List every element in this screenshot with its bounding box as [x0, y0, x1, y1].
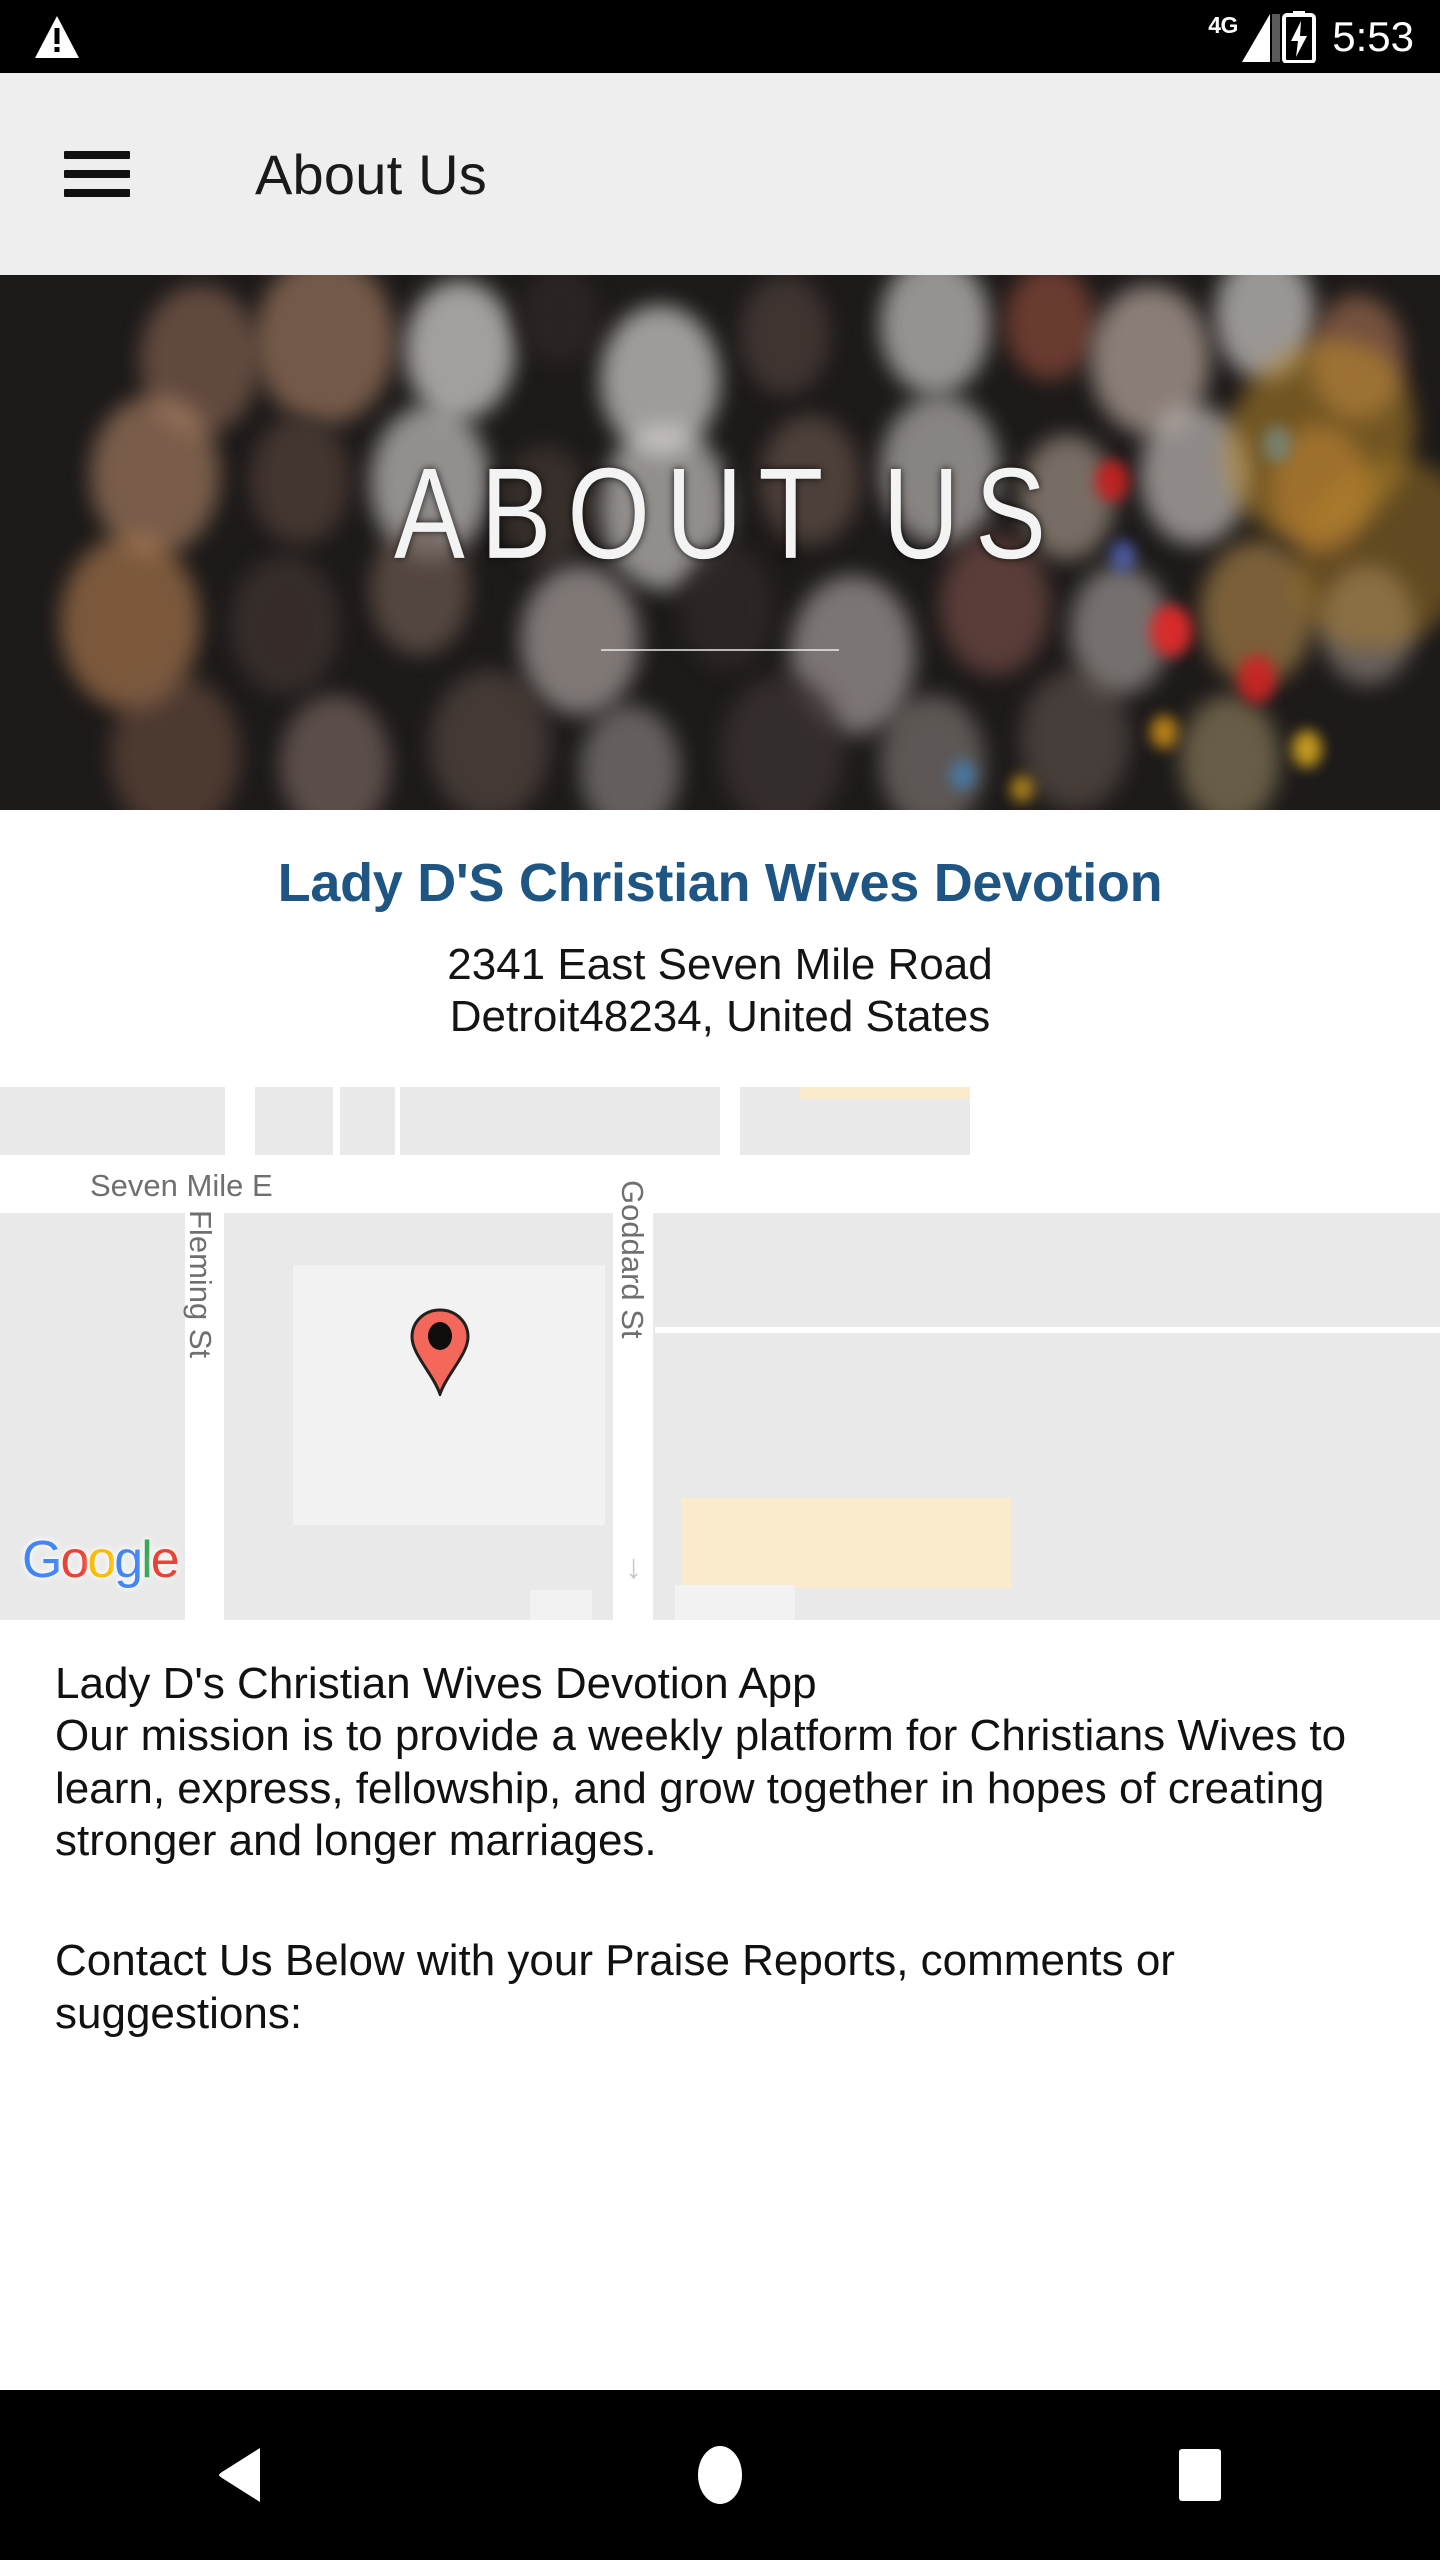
about-content: Lady D's Christian Wives Devotion App Ou… — [0, 1620, 1440, 2040]
map-block — [0, 1087, 225, 1155]
map-street-label-fleming: Fleming St — [183, 1210, 218, 1359]
recents-square-icon[interactable] — [1120, 2415, 1280, 2535]
map-street-label-seven-mile: Seven Mile E — [90, 1168, 273, 1203]
status-bar-clock: 5:53 — [1332, 12, 1414, 60]
hero-divider — [601, 648, 839, 651]
map-block-commercial — [800, 1087, 970, 1099]
google-logo-letter: e — [150, 1531, 180, 1589]
map-pin-icon[interactable] — [409, 1308, 471, 1399]
google-logo-letter: o — [60, 1531, 89, 1589]
location-map[interactable]: Seven Mile E Fleming St Goddard St ↓ Goo… — [0, 1080, 1440, 1620]
home-circle-icon[interactable] — [640, 2415, 800, 2535]
hamburger-bar — [64, 151, 130, 159]
google-logo-letter: l — [141, 1531, 152, 1589]
hero-banner: ABOUT US — [0, 275, 1440, 810]
warning-triangle-icon — [34, 15, 80, 59]
android-navigation-bar — [0, 2390, 1440, 2560]
app-bar: About Us — [0, 73, 1440, 275]
address-line-2: Detroit48234, United States — [449, 992, 991, 1042]
status-bar-indicators: 4G 5:53 — [1208, 10, 1414, 64]
map-block — [400, 1087, 720, 1155]
google-logo: Google — [22, 1531, 180, 1589]
map-block — [255, 1087, 333, 1155]
map-block — [675, 1585, 795, 1620]
map-block — [340, 1087, 395, 1155]
battery-charging-icon — [1282, 10, 1317, 64]
organization-address: 2341 East Seven Mile Road Detroit48234, … — [0, 939, 1440, 1043]
arrow-down-icon: ↓ — [625, 1548, 642, 1586]
map-road-minor — [655, 1327, 1440, 1333]
hamburger-bar — [64, 189, 130, 197]
status-bar: 4G 5:53 — [0, 0, 1440, 73]
hamburger-menu-icon[interactable] — [64, 151, 130, 197]
about-paragraph-1: Lady D's Christian Wives Devotion App Ou… — [55, 1659, 1347, 1866]
hero-content: ABOUT US — [0, 275, 1440, 810]
hero-title: ABOUT US — [394, 441, 1062, 586]
map-street-label-goddard: Goddard St — [615, 1180, 650, 1339]
map-block-commercial — [681, 1498, 891, 1568]
signal-bars-icon: 4G — [1208, 12, 1281, 62]
organization-name: Lady D'S Christian Wives Devotion — [277, 853, 1163, 913]
organization-info: Lady D'S Christian Wives Devotion 2341 E… — [0, 810, 1440, 1043]
google-logo-letter: g — [114, 1531, 143, 1589]
hamburger-bar — [64, 170, 130, 178]
back-triangle-icon[interactable] — [160, 2415, 320, 2535]
address-line-1: 2341 East Seven Mile Road — [447, 940, 993, 990]
page-title: About Us — [255, 142, 487, 206]
map-block — [530, 1590, 592, 1620]
google-logo-letter: G — [22, 1531, 62, 1589]
about-paragraph-2: Contact Us Below with your Praise Report… — [55, 1936, 1188, 2038]
app-screen: 4G 5:53 About Us ABOUT US Lady D'S Chris… — [0, 0, 1440, 2560]
google-logo-letter: o — [87, 1531, 116, 1589]
